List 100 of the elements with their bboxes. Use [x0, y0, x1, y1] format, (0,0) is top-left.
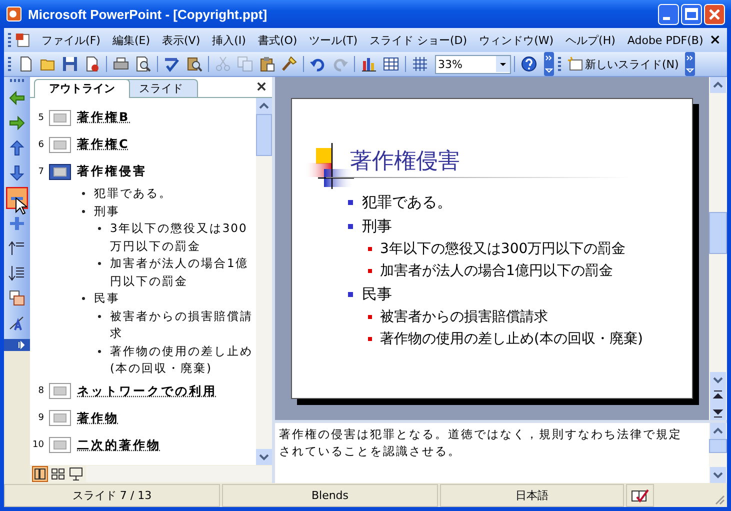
outline-bullet-text: 被害者からの損害賠償請求 [110, 308, 254, 342]
scroll-thumb[interactable] [709, 212, 727, 254]
paintbrush-icon[interactable] [281, 56, 297, 72]
resize-grip-icon[interactable] [713, 493, 725, 505]
slide-show-icon[interactable] [68, 466, 84, 482]
scroll-down-button[interactable] [709, 467, 727, 483]
scroll-thumb[interactable] [709, 439, 727, 453]
outline-bullet-text: 犯罪である。 [94, 185, 172, 202]
menu-item[interactable]: ヘルプ(H) [560, 32, 622, 48]
bullet-icon [82, 297, 85, 300]
mouse-cursor-icon [15, 197, 27, 215]
outline-bullet-text: 刑事 [94, 202, 120, 220]
slide-title: 著作権侵害 [350, 148, 460, 176]
slide-number: 7 [37, 166, 44, 176]
new-slide-button[interactable]: 新しいスライド(N) [565, 56, 681, 72]
slide-icon[interactable] [49, 164, 71, 180]
new-slide-icon [567, 56, 583, 72]
bullet-icon [368, 247, 372, 251]
outline-bullet-text: 3年以下の懲役又は300万円以下の罰金 [110, 220, 248, 254]
scroll-thumb[interactable] [256, 114, 272, 156]
bullet-icon [98, 314, 101, 318]
table-icon[interactable] [383, 56, 399, 72]
document-icon[interactable] [14, 32, 30, 48]
bullet-icon [82, 192, 85, 196]
menu-item[interactable]: 挿入(I) [206, 32, 252, 48]
slide-title[interactable]: 二次的著作物 [77, 436, 161, 454]
bullet-icon [368, 315, 372, 319]
grip-handle[interactable] [558, 57, 561, 71]
menu-item[interactable]: 編集(E) [106, 32, 156, 48]
normal-view-icon[interactable] [32, 466, 48, 482]
language-label: 日本語 [440, 484, 624, 507]
scroll-up-button[interactable] [709, 423, 727, 439]
slide-counter: スライド 7 / 13 [4, 484, 220, 507]
bullet-text: 加害者が法人の場合1億円以下の罰金 [380, 262, 613, 281]
bullet-icon [98, 262, 101, 266]
bullet-icon [348, 292, 353, 296]
slide-number: 5 [37, 112, 44, 122]
menu-item[interactable]: Adobe PDF(B) [621, 34, 710, 46]
window-title: Microsoft PowerPoint - [Copyright.ppt] [28, 6, 268, 22]
grip-handle[interactable] [8, 57, 11, 71]
menu-item[interactable]: 書式(O) [252, 32, 304, 48]
bullet-text: 犯罪である。 [362, 192, 452, 213]
book-magnifier-icon[interactable] [186, 56, 202, 72]
grip-handle[interactable] [8, 33, 11, 47]
scroll-down-button[interactable] [256, 449, 272, 465]
menu-item[interactable]: ツール(T) [303, 32, 364, 48]
help-icon[interactable] [521, 56, 537, 72]
vertical-scrollbar[interactable] [709, 423, 727, 483]
toolbar-options-icon[interactable] [544, 52, 554, 76]
undo-icon[interactable] [310, 56, 326, 72]
slide-number: 8 [37, 386, 44, 396]
scroll-up-button[interactable] [256, 98, 272, 114]
toolbar-options-icon[interactable] [4, 339, 30, 351]
new-document-icon[interactable] [18, 56, 34, 72]
bullet-text: 民事 [362, 284, 392, 305]
vertical-scrollbar[interactable] [256, 98, 272, 465]
document-lock-icon[interactable] [84, 56, 100, 72]
grid-icon[interactable] [412, 56, 428, 72]
bullet-text: 被害者からの損害賠償請求 [380, 308, 548, 327]
close-button[interactable] [704, 4, 725, 24]
bullet-icon [98, 227, 101, 230]
outline-bullet-text: 著作物の使用の差し止め(本の回収・廃棄) [110, 342, 254, 377]
menu-item[interactable]: スライド ショー(D) [364, 32, 474, 48]
vertical-scrollbar[interactable] [709, 77, 727, 420]
spelling-check-icon[interactable] [164, 56, 180, 72]
maximize-button[interactable] [681, 4, 702, 24]
print-preview-icon[interactable] [135, 56, 151, 72]
menu-item[interactable]: 表示(V) [156, 32, 206, 48]
slide-title[interactable]: ネットワークでの利用 [77, 382, 217, 400]
scroll-down-button[interactable] [709, 372, 727, 388]
horizontal-scrollbar[interactable] [86, 466, 272, 482]
bullet-icon [368, 337, 372, 341]
menu-item[interactable]: ウィンドウ(W) [473, 32, 560, 48]
clipboard-icon[interactable] [259, 56, 275, 72]
menu-item[interactable]: ファイル(F) [36, 32, 106, 48]
slide-title[interactable]: 著作物 [77, 410, 119, 426]
minimize-button[interactable] [658, 4, 679, 24]
close-document-button[interactable]: × [709, 32, 721, 48]
slide-sorter-icon[interactable] [50, 466, 66, 482]
bullet-icon [348, 200, 353, 204]
next-slide-button[interactable] [709, 404, 727, 420]
slide-number: 9 [37, 413, 44, 423]
outline-bullet-text: 加害者が法人の場合1億円以下の罰金 [110, 255, 250, 290]
spelling-book-icon[interactable] [631, 488, 649, 502]
save-icon[interactable] [62, 56, 78, 72]
outline-bullet-text: 民事 [94, 290, 120, 307]
bullet-text: 3年以下の懲役又は300万円以下の罰金 [380, 240, 626, 259]
bar-chart-icon[interactable] [361, 56, 377, 72]
toolbar-options-icon[interactable] [684, 52, 695, 76]
slide-title[interactable]: 著作権侵害 [77, 163, 147, 180]
scroll-up-button[interactable] [709, 77, 727, 93]
print-icon[interactable] [113, 56, 129, 72]
pane-tab[interactable]: アウトライン [34, 79, 130, 98]
zoom-dropdown[interactable]: 33% [435, 54, 511, 74]
bullet-icon [82, 210, 85, 213]
slide-title[interactable]: 著作権B [77, 109, 130, 126]
app-icon [6, 6, 22, 22]
caret-icon [496, 56, 510, 72]
close-icon[interactable] [257, 82, 266, 91]
slide-title[interactable]: 著作権C [77, 136, 130, 153]
